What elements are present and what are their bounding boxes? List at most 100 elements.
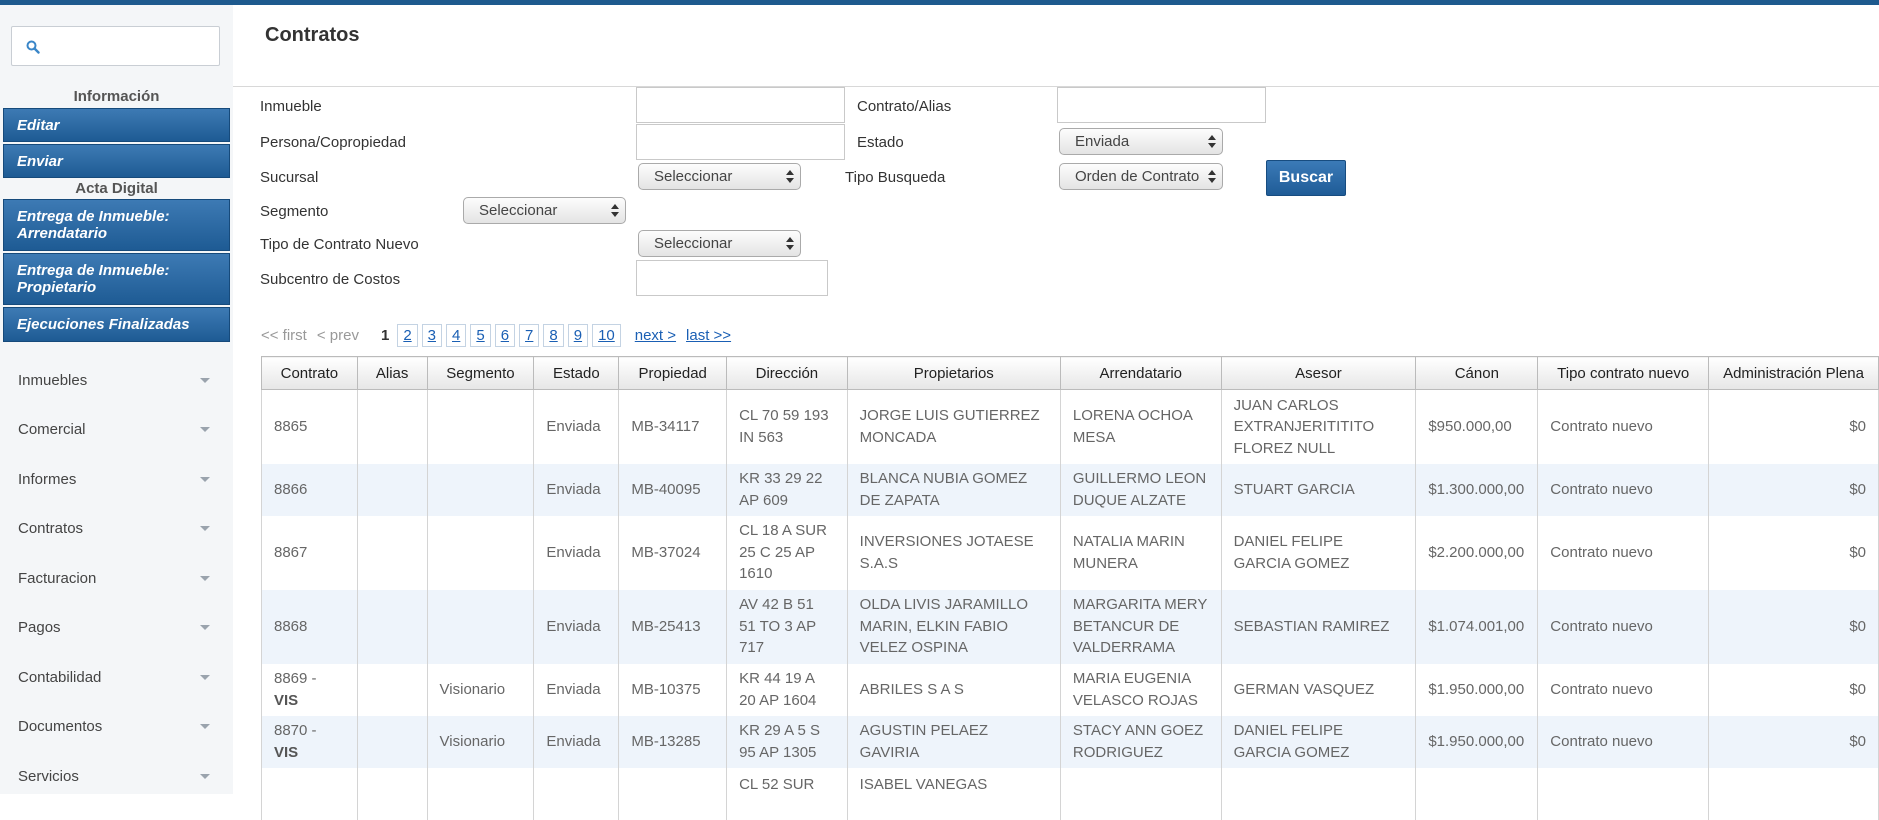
cell-canon: $2.200.000,00 (1415, 515, 1539, 590)
col-header-propiedad[interactable]: Propiedad (618, 356, 728, 390)
col-header-tipo-contrato[interactable]: Tipo contrato nuevo (1537, 356, 1710, 390)
nav-item-informes[interactable]: Informes (0, 459, 233, 499)
entrega-inmueble-propietario-button[interactable]: Entrega de Inmueble: Propietario (3, 253, 230, 305)
pager-page-6[interactable]: 6 (494, 323, 516, 347)
table-row[interactable]: 8870 - VIS Visionario Enviada MB-13285 KR… (261, 715, 1879, 768)
pager-next[interactable]: next > (635, 327, 676, 344)
col-header-alias[interactable]: Alias (356, 356, 428, 390)
cell-segmento (426, 589, 535, 664)
subcentro-costos-input[interactable] (636, 260, 828, 296)
pager-page-9[interactable]: 9 (567, 323, 589, 347)
cell-segmento (426, 389, 535, 464)
top-accent-bar (0, 0, 1879, 5)
col-header-direccion[interactable]: Dirección (726, 356, 848, 390)
pager-page-3[interactable]: 3 (421, 323, 442, 347)
pager-page-7[interactable]: 7 (519, 323, 540, 347)
pager-last[interactable]: last >> (686, 327, 731, 344)
table-row[interactable]: 8867 Enviada MB-37024 CL 18 A SUR 25 C 2… (261, 515, 1879, 590)
page-title: Contratos (265, 24, 360, 46)
cell-estado: Enviada (533, 589, 620, 664)
col-header-admin-plena[interactable]: Administración Plena (1708, 356, 1879, 390)
chevron-down-icon (200, 724, 210, 729)
cell-propiedad: MB-13285 (618, 715, 728, 768)
cell-admin-plena: $0 (1708, 715, 1879, 768)
cell-propietarios: ABRILES S A S (846, 663, 1061, 716)
cell-asesor: STUART GARCIA (1220, 463, 1417, 516)
cell-asesor: DANIEL FELIPE GARCIA GOMEZ (1220, 515, 1417, 590)
buscar-button[interactable]: Buscar (1266, 160, 1346, 196)
sucursal-select[interactable]: Seleccionar (638, 163, 801, 190)
nav-item-contabilidad[interactable]: Contabilidad (0, 657, 233, 697)
pager-page-4[interactable]: 4 (446, 323, 467, 347)
table-row[interactable]: 8868 Enviada MB-25413 AV 42 B 51 51 TO 3… (261, 589, 1879, 664)
nav-label: Comercial (18, 420, 86, 438)
table-row[interactable]: 8865 Enviada MB-34117 CL 70 59 193 IN 56… (261, 389, 1879, 464)
persona-copropiedad-input[interactable] (636, 124, 845, 160)
button-label-line2: Propietario (17, 279, 97, 296)
nav-item-documentos[interactable]: Documentos (0, 706, 233, 746)
nav-item-pagos[interactable]: Pagos (0, 607, 233, 647)
col-header-asesor[interactable]: Asesor (1220, 356, 1417, 390)
enviar-button[interactable]: Enviar (3, 144, 230, 178)
pager-page-10[interactable]: 10 (592, 323, 621, 347)
cell-direccion: KR 29 A 5 S 95 AP 1305 (726, 715, 848, 768)
inmueble-input[interactable] (636, 87, 845, 123)
col-header-canon[interactable]: Cánon (1415, 356, 1539, 390)
nav-item-contratos[interactable]: Contratos (0, 508, 233, 548)
cell-direccion: KR 44 19 A 20 AP 1604 (726, 663, 848, 716)
cell-estado: Enviada (533, 515, 620, 590)
cell-tipo-contrato: Contrato nuevo (1537, 463, 1710, 516)
pager-page-5[interactable]: 5 (470, 323, 491, 347)
cell-arrendatario: MARIA EUGENIA VELASCO ROJAS (1059, 663, 1222, 716)
estado-select[interactable]: Enviada (1059, 128, 1223, 155)
pager-prev: < prev (316, 326, 359, 344)
nav-label: Informes (18, 470, 77, 488)
section-title-informacion: Información (73, 88, 160, 105)
pager-page-8[interactable]: 8 (543, 323, 564, 347)
segmento-select[interactable]: Seleccionar (463, 197, 626, 224)
pager-page-2[interactable]: 2 (397, 323, 418, 347)
select-arrows-icon (1208, 134, 1216, 149)
contrato-alias-input[interactable] (1057, 87, 1266, 123)
section-title-acta-digital: Acta Digital (75, 180, 158, 197)
nav-item-servicios[interactable]: Servicios (0, 756, 233, 796)
chevron-down-icon (200, 378, 210, 383)
pager-current-page: 1 (380, 326, 390, 344)
cell-tipo-contrato: Contrato nuevo (1537, 663, 1710, 716)
table-row[interactable]: 8866 Enviada MB-40095 KR 33 29 22 AP 609… (261, 463, 1879, 516)
button-label-line1: Entrega de Inmueble: (17, 262, 170, 279)
editar-button[interactable]: Editar (3, 108, 230, 142)
tipo-busqueda-select[interactable]: Orden de Contrato (1059, 163, 1223, 190)
ejecuciones-finalizadas-button[interactable]: Ejecuciones Finalizadas (3, 307, 230, 342)
entrega-inmueble-arrendatario-button[interactable]: Entrega de Inmueble: Arrendatario (3, 199, 230, 251)
chevron-down-icon (200, 477, 210, 482)
cell-admin-plena: $0 (1708, 389, 1879, 464)
table-row[interactable]: 8869 - VIS Visionario Enviada MB-10375 KR… (261, 663, 1879, 716)
col-header-segmento[interactable]: Segmento (426, 356, 535, 390)
nav-item-comercial[interactable]: Comercial (0, 409, 233, 449)
nav-item-inmuebles[interactable]: Inmuebles (0, 360, 233, 400)
cell-contrato: 8870 - VIS (261, 715, 358, 768)
cell-arrendatario: STACY ANN GOEZ RODRIGUEZ (1059, 715, 1222, 768)
tipo-contrato-nuevo-select[interactable]: Seleccionar (638, 230, 801, 257)
col-header-arrendatario[interactable]: Arrendatario (1059, 356, 1222, 390)
cell-alias (356, 463, 428, 516)
chevron-down-icon (200, 774, 210, 779)
cell-alias (356, 715, 428, 768)
col-header-estado[interactable]: Estado (533, 356, 620, 390)
col-header-propietarios[interactable]: Propietarios (846, 356, 1061, 390)
cell-contrato: 8868 (261, 589, 358, 664)
cell-propiedad: MB-10375 (618, 663, 728, 716)
cell-arrendatario: NATALIA MARIN MUNERA (1059, 515, 1222, 590)
sidebar-search-input[interactable] (11, 26, 220, 66)
chevron-down-icon (200, 427, 210, 432)
chevron-down-icon (200, 576, 210, 581)
segmento-selected-value: Seleccionar (479, 202, 558, 219)
nav-item-facturacion[interactable]: Facturacion (0, 558, 233, 598)
tipo-busqueda-label: Tipo Busqueda (845, 169, 946, 186)
col-header-contrato[interactable]: Contrato (261, 356, 358, 390)
cell-contrato: 8869 - VIS (261, 663, 358, 716)
nav-label: Facturacion (18, 569, 97, 587)
nav-label: Pagos (18, 618, 61, 636)
cell-admin-plena: $0 (1708, 589, 1879, 664)
